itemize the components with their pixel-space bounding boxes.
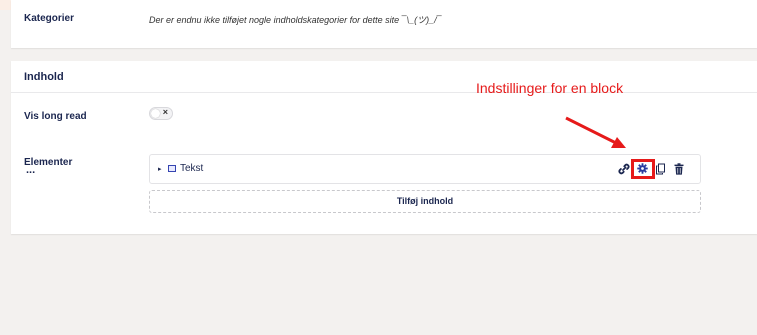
annotation-arrow (565, 116, 626, 148)
